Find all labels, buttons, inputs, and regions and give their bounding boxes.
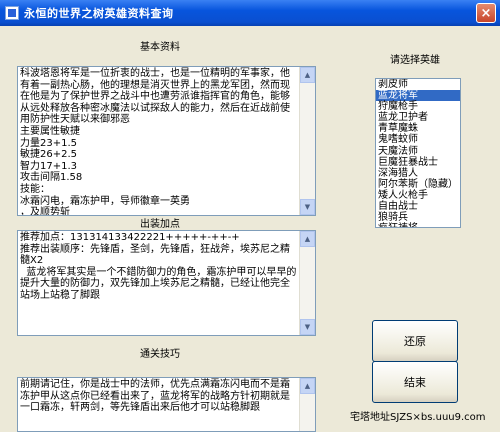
hero-select-label: 请选择英雄 — [390, 55, 440, 66]
app-icon — [5, 6, 19, 20]
title-bar: 永恒的世界之树英雄资料查询 × — [0, 0, 500, 26]
restore-button[interactable]: 还原 — [372, 320, 458, 362]
hero-list-item[interactable]: 青草魔蛛 — [376, 123, 460, 134]
scroll-up-icon[interactable]: ▲ — [300, 231, 315, 247]
hero-list-item[interactable]: 剥皮师 — [376, 79, 460, 90]
basic-info-text: 科波塔恩将军是一位折衷的战士，也是一位精明的军事家，他有着一副热心肠，他的理想是… — [20, 68, 290, 216]
hero-list-item[interactable]: 深海猎人 — [376, 168, 460, 179]
hero-list-item[interactable]: 狩魔枪手 — [376, 101, 460, 112]
hero-list-item[interactable]: 自由战士 — [376, 201, 460, 212]
basic-info-textbox[interactable]: 科波塔恩将军是一位折衷的战士，也是一位精明的军事家，他有着一副热心肠，他的理想是… — [17, 66, 316, 216]
tips-text: 前期请记住，你是战士中的法师，优先点满霜冻闪电而不是霜冻护甲从这点你已经看出来了… — [20, 379, 290, 414]
exit-button[interactable]: 结束 — [372, 361, 458, 403]
equipment-scrollbar[interactable]: ▲ ▼ — [299, 231, 315, 335]
scroll-up-icon[interactable]: ▲ — [300, 67, 315, 83]
hero-list-item[interactable]: 疯狂祷将 — [376, 223, 460, 227]
close-icon: × — [480, 5, 492, 21]
footer-text: 宅塔地址SJZS×bs.uuu9.com — [350, 412, 486, 423]
close-button[interactable]: × — [476, 3, 496, 23]
hero-list-item[interactable]: 蓝龙卫护者 — [376, 112, 460, 123]
basic-info-label: 基本资料 — [140, 42, 180, 53]
hero-list-item[interactable]: 鬼嗜蚊师 — [376, 134, 460, 145]
hero-list-item[interactable]: 狼骑兵 — [376, 212, 460, 223]
equipment-text: 推荐加点：131314133422221+++++-++-+ 推荐出装顺序：先锋… — [20, 232, 297, 301]
hero-list-item[interactable]: 矮人火枪手 — [376, 190, 460, 201]
basic-info-scrollbar[interactable]: ▲ ▼ — [299, 67, 315, 215]
equipment-label: 出装加点 — [140, 219, 180, 230]
scroll-up-icon[interactable]: ▲ — [300, 378, 315, 394]
hero-list-item[interactable]: 蓝龙将军 — [376, 90, 460, 102]
window-title: 永恒的世界之树英雄资料查询 — [24, 7, 174, 20]
scroll-down-icon[interactable]: ▼ — [300, 199, 315, 215]
hero-list-item[interactable]: 巨魔狂暴战士 — [376, 157, 460, 168]
tips-scrollbar[interactable]: ▲ — [299, 378, 315, 431]
tips-label: 通关技巧 — [140, 349, 180, 360]
equipment-textbox[interactable]: 推荐加点：131314133422221+++++-++-+ 推荐出装顺序：先锋… — [17, 230, 316, 336]
scroll-down-icon[interactable]: ▼ — [300, 319, 315, 335]
hero-listbox[interactable]: 剥皮师 蓝龙将军 狩魔枪手 蓝龙卫护者 青草魔蛛 鬼嗜蚊师 天魔法师 巨魔狂暴战士 深海猎人 阿尔… — [375, 78, 461, 228]
hero-list-item[interactable]: 天魔法师 — [376, 146, 460, 157]
hero-list-item[interactable]: 阿尔苯斯（隐藏） — [376, 179, 460, 190]
tips-textbox[interactable]: 前期请记住，你是战士中的法师，优先点满霜冻闪电而不是霜冻护甲从这点你已经看出来了… — [17, 377, 316, 432]
